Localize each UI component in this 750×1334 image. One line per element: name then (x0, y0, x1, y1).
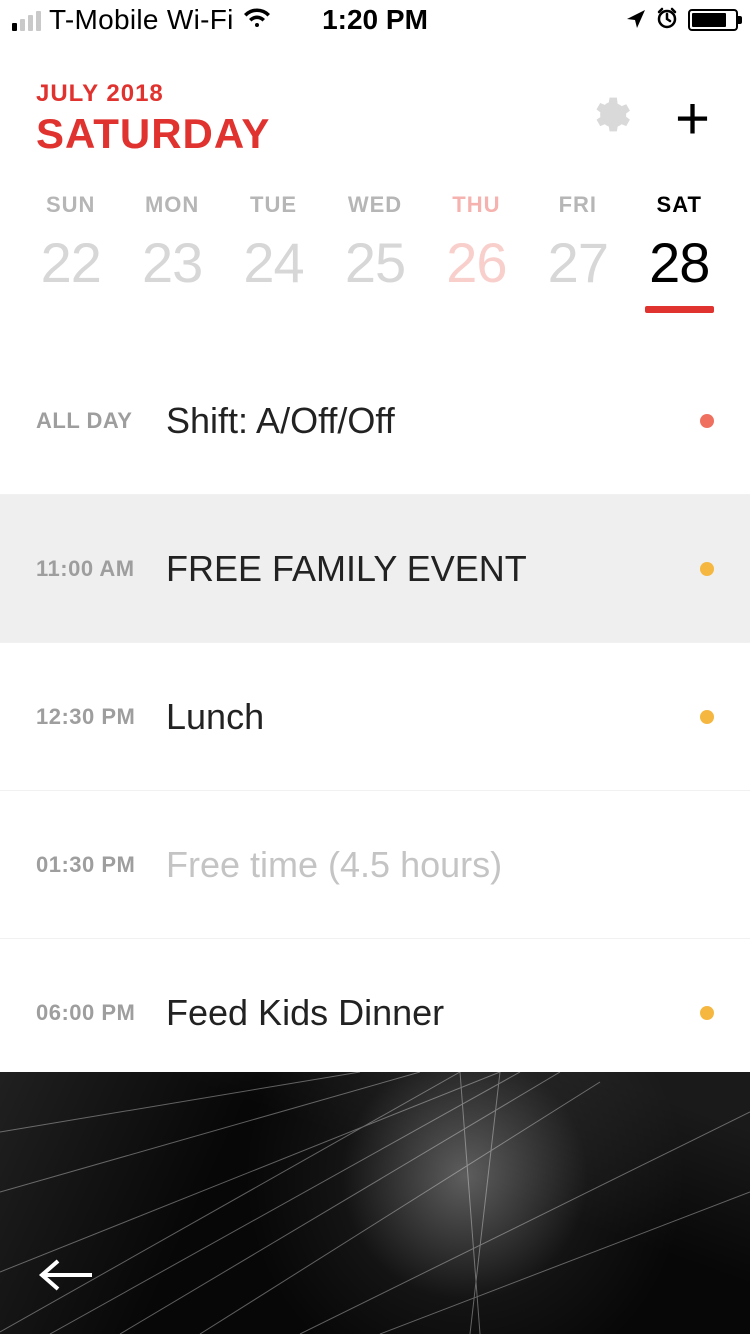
day-number-label: 24 (223, 230, 324, 295)
event-title-label: FREE FAMILY EVENT (166, 548, 700, 590)
bottom-banner[interactable] (0, 1072, 750, 1334)
day-number-label: 26 (426, 230, 527, 295)
event-row[interactable]: 11:00 AMFREE FAMILY EVENT (0, 495, 750, 643)
event-row[interactable]: 01:30 PMFree time (4.5 hours) (0, 791, 750, 939)
day-number-label: 23 (121, 230, 222, 295)
event-row[interactable]: 12:30 PMLunch (0, 643, 750, 791)
day-column[interactable]: MON 23 (121, 192, 222, 319)
event-color-dot (700, 562, 714, 576)
day-number-label: 22 (20, 230, 121, 295)
location-icon (626, 5, 646, 36)
gear-icon (587, 94, 631, 138)
event-title-label: Free time (4.5 hours) (166, 844, 714, 886)
back-button[interactable] (36, 1255, 96, 1300)
event-color-dot (700, 1006, 714, 1020)
event-list[interactable]: ALL DAYShift: A/Off/Off11:00 AMFREE FAMI… (0, 347, 750, 1087)
day-column[interactable]: FRI 27 (527, 192, 628, 319)
status-time: 1:20 PM (322, 4, 428, 36)
event-title-label: Shift: A/Off/Off (166, 400, 700, 442)
event-color-dot (700, 414, 714, 428)
event-title-label: Feed Kids Dinner (166, 992, 700, 1034)
day-column[interactable]: WED 25 (324, 192, 425, 319)
alarm-icon (656, 5, 678, 36)
day-number-label: 27 (527, 230, 628, 295)
header: JULY 2018 SATURDAY + (0, 40, 750, 168)
settings-button[interactable] (587, 94, 631, 143)
day-column[interactable]: SUN 22 (20, 192, 121, 319)
wifi-icon (242, 5, 272, 36)
day-column[interactable]: TUE 24 (223, 192, 324, 319)
add-event-button[interactable]: + (675, 99, 710, 139)
day-of-week-label: SAT (629, 192, 730, 218)
day-name-label: SATURDAY (36, 110, 270, 158)
day-of-week-label: TUE (223, 192, 324, 218)
event-row[interactable]: 06:00 PMFeed Kids Dinner (0, 939, 750, 1087)
day-of-week-label: FRI (527, 192, 628, 218)
signal-icon (12, 9, 41, 31)
event-time-label: 06:00 PM (36, 1000, 166, 1026)
day-of-week-label: THU (426, 192, 527, 218)
day-number-label: 25 (324, 230, 425, 295)
month-year-label[interactable]: JULY 2018 (36, 80, 270, 108)
day-of-week-label: SUN (20, 192, 121, 218)
status-bar: T-Mobile Wi-Fi 1:20 PM (0, 0, 750, 40)
event-title-label: Lunch (166, 696, 700, 738)
battery-icon (688, 9, 738, 31)
event-time-label: 11:00 AM (36, 556, 166, 582)
carrier-label: T-Mobile Wi-Fi (49, 4, 234, 36)
day-number-label: 28 (629, 230, 730, 295)
day-column[interactable]: SAT 28 (629, 192, 730, 319)
day-of-week-label: MON (121, 192, 222, 218)
day-column[interactable]: THU 26 (426, 192, 527, 319)
event-time-label: 12:30 PM (36, 704, 166, 730)
back-arrow-icon (36, 1255, 96, 1295)
event-color-dot (700, 710, 714, 724)
day-of-week-label: WED (324, 192, 425, 218)
event-time-label: 01:30 PM (36, 852, 166, 878)
event-time-label: ALL DAY (36, 408, 166, 434)
banner-texture (0, 1072, 750, 1334)
event-row[interactable]: ALL DAYShift: A/Off/Off (0, 347, 750, 495)
week-strip: SUN 22MON 23TUE 24WED 25THU 26FRI 27SAT 28 (0, 168, 750, 319)
